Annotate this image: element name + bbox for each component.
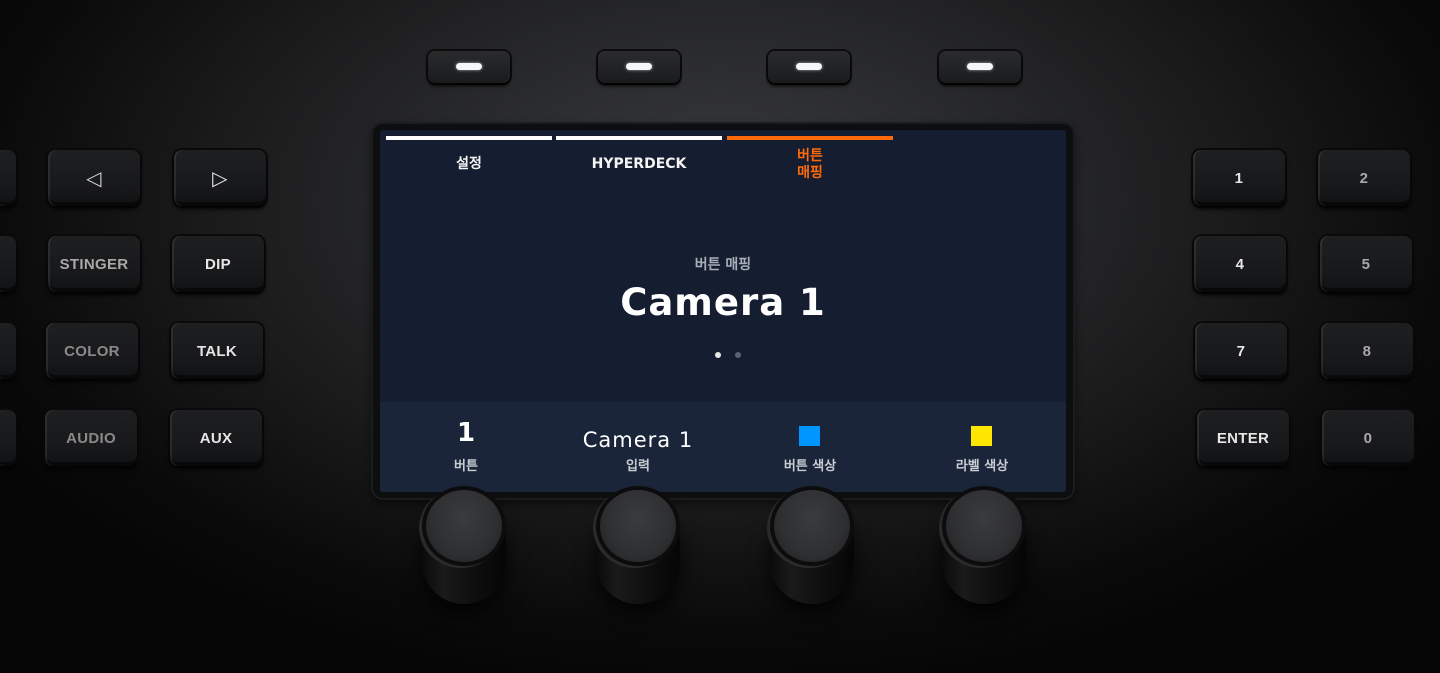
key-stinger[interactable]: STINGER: [48, 236, 140, 292]
tab-label-line: 버튼: [797, 148, 823, 164]
key-label: 8: [1362, 342, 1372, 360]
key-label: STINGER: [59, 255, 129, 273]
key-next[interactable]: ▷: [174, 150, 266, 206]
softkey-2[interactable]: [598, 51, 680, 83]
button-number-label: 버튼: [454, 459, 478, 474]
tab-indicator: [556, 136, 722, 140]
led-indicator-icon: [796, 63, 822, 70]
key-8[interactable]: 8: [1321, 323, 1413, 379]
led-indicator-icon: [456, 63, 482, 70]
tab-settings[interactable]: 설정: [386, 136, 552, 173]
footer-input: Camera 1 입력: [552, 402, 724, 492]
key-label: 4: [1235, 255, 1245, 273]
tab-indicator: [386, 136, 552, 140]
lcd-screen: 설정 HYPERDECK 버튼 매핑 버튼 매핑 Camera 1 1 버튼 C…: [380, 130, 1066, 492]
knob-1[interactable]: [418, 490, 510, 608]
tab-label: 버튼 매핑: [727, 148, 893, 182]
key-2[interactable]: 2: [1318, 150, 1410, 206]
key-label: ENTER: [1216, 429, 1270, 447]
key-label: 0: [1363, 429, 1373, 447]
button-color-label: 버튼 색상: [783, 459, 837, 474]
tab-label: HYPERDECK: [591, 156, 687, 172]
key-talk[interactable]: TALK: [171, 323, 263, 379]
input-value: Camera 1: [582, 428, 694, 452]
knob-4[interactable]: [938, 490, 1030, 608]
led-indicator-icon: [967, 63, 993, 70]
key-partial[interactable]: [0, 410, 16, 466]
input-label: 입력: [626, 459, 650, 474]
key-enter[interactable]: ENTER: [1197, 410, 1289, 466]
key-partial[interactable]: [0, 150, 16, 206]
key-7[interactable]: 7: [1195, 323, 1287, 379]
key-label: 7: [1236, 342, 1246, 360]
tab-label: 설정: [456, 156, 482, 172]
tab-button-mapping[interactable]: 버튼 매핑: [727, 136, 893, 182]
key-audio[interactable]: AUDIO: [45, 410, 137, 466]
key-label: 5: [1361, 255, 1371, 273]
key-label: TALK: [196, 342, 238, 360]
tab-indicator: [727, 136, 893, 140]
footer-label-color: 라벨 색상: [896, 402, 1066, 492]
screen-footer: 1 버튼 Camera 1 입력 버튼 색상 라벨 색상: [380, 402, 1066, 492]
key-partial[interactable]: [0, 236, 16, 292]
knob-cap: [774, 490, 850, 562]
triangle-right-icon: ▷: [212, 167, 228, 190]
key-5[interactable]: 5: [1320, 236, 1412, 292]
led-indicator-icon: [626, 63, 652, 70]
key-aux[interactable]: AUX: [170, 410, 262, 466]
button-color-swatch: [799, 426, 820, 446]
control-panel: ◁ ▷ STINGER DIP COLOR TALK AUDIO AUX 1 2…: [0, 0, 1440, 673]
label-color-swatch: [971, 426, 992, 446]
softkey-3[interactable]: [768, 51, 850, 83]
screen-title: Camera 1: [620, 281, 826, 324]
key-previous[interactable]: ◁: [48, 150, 140, 206]
softkey-1[interactable]: [428, 51, 510, 83]
key-partial[interactable]: [0, 323, 16, 379]
triangle-left-icon: ◁: [86, 167, 102, 190]
page-indicator: [708, 343, 748, 362]
knob-cap: [946, 490, 1022, 562]
page-dot: [735, 352, 741, 358]
key-label: 2: [1359, 169, 1369, 187]
label-color-label: 라벨 색상: [955, 459, 1009, 474]
tab-hyperdeck[interactable]: HYPERDECK: [556, 136, 722, 173]
tab-label-line: 매핑: [797, 165, 823, 181]
key-color[interactable]: COLOR: [46, 323, 138, 379]
softkey-4[interactable]: [939, 51, 1021, 83]
footer-button-number: 1 버튼: [380, 402, 552, 492]
key-label: AUDIO: [66, 429, 116, 447]
footer-button-color: 버튼 색상: [724, 402, 896, 492]
key-label: AUX: [199, 429, 233, 447]
key-1[interactable]: 1: [1193, 150, 1285, 206]
knob-3[interactable]: [766, 490, 858, 608]
knob-cap: [426, 490, 502, 562]
knob-2[interactable]: [592, 490, 684, 608]
key-dip[interactable]: DIP: [172, 236, 264, 292]
button-number-value: 1: [456, 418, 476, 448]
key-label: 1: [1234, 169, 1244, 187]
key-label: COLOR: [64, 342, 120, 360]
screen-subtitle: 버튼 매핑: [694, 257, 752, 273]
key-4[interactable]: 4: [1194, 236, 1286, 292]
knob-cap: [600, 490, 676, 562]
page-dot-active: [715, 352, 721, 358]
key-0[interactable]: 0: [1322, 410, 1414, 466]
key-label: DIP: [205, 255, 231, 273]
